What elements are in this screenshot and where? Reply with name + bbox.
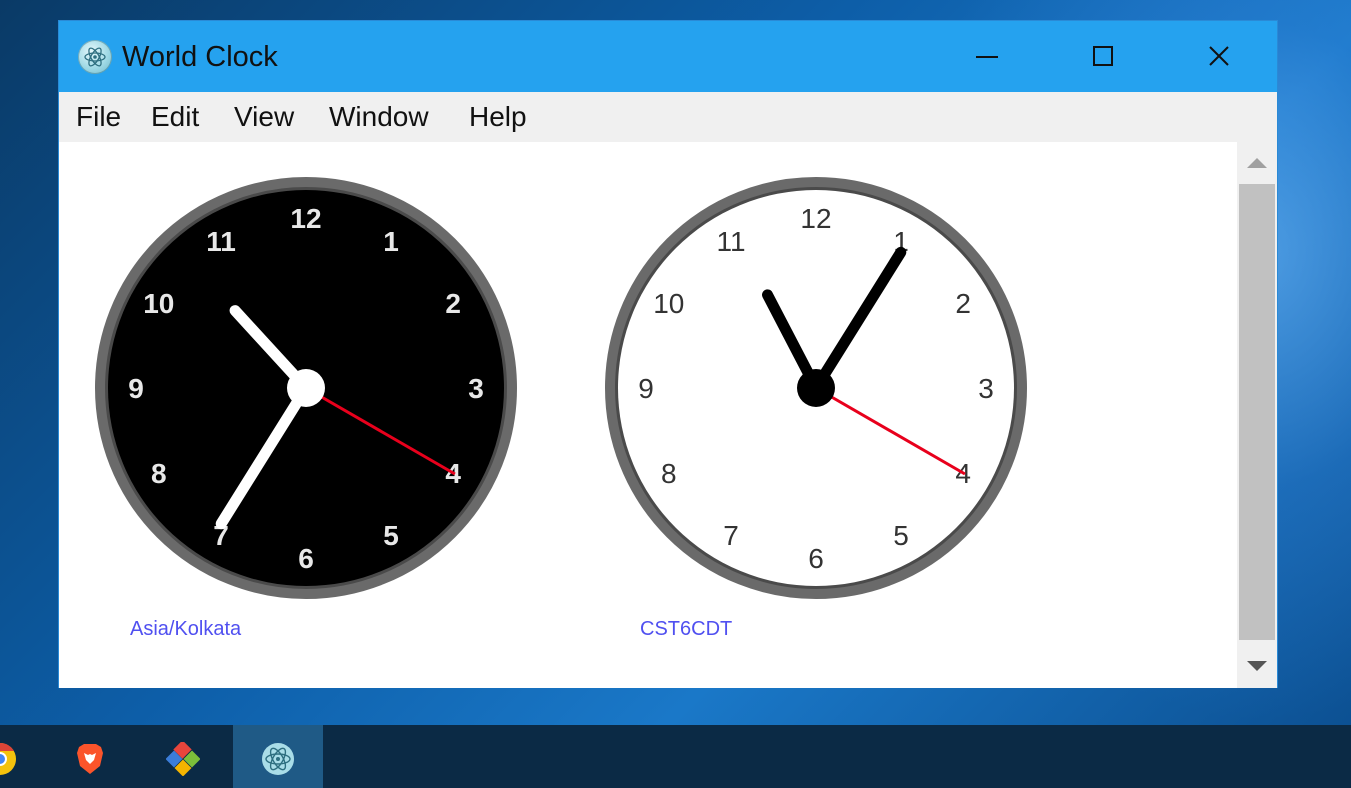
clock-numeral-9: 9 <box>128 373 144 404</box>
clock-numeral-12: 12 <box>800 203 831 234</box>
menu-help[interactable]: Help <box>469 101 527 133</box>
clock-numeral-10: 10 <box>143 288 174 319</box>
clock-numeral-5: 5 <box>893 520 909 551</box>
timezone-label-cst6cdt[interactable]: CST6CDT <box>640 618 732 641</box>
clock-panel: 121234567891011 Asia/Kolkata 12123456789… <box>59 142 1237 688</box>
minimize-icon <box>976 56 998 58</box>
electron-atom-icon <box>78 40 112 74</box>
arrow-up-icon <box>1247 158 1267 168</box>
clock-numeral-2: 2 <box>445 288 461 319</box>
taskbar-git-extensions[interactable] <box>138 725 228 788</box>
analog-clock-cst6cdt: 121234567891011 <box>605 177 1027 599</box>
clock-numeral-3: 3 <box>978 373 994 404</box>
clock-center-cap <box>797 369 835 407</box>
menu-bar: File Edit View Window Help <box>59 92 1277 142</box>
close-icon <box>1209 46 1229 66</box>
menu-view[interactable]: View <box>234 101 294 133</box>
timezone-label-asia-kolkata[interactable]: Asia/Kolkata <box>130 618 241 641</box>
maximize-button[interactable] <box>1045 21 1161 92</box>
brave-browser-icon <box>77 744 103 774</box>
clock-numeral-1: 1 <box>383 226 399 257</box>
chrome-icon <box>0 742 16 775</box>
clock-numeral-3: 3 <box>468 373 484 404</box>
clock-numeral-12: 12 <box>290 203 321 234</box>
clock-numeral-11: 11 <box>716 226 745 257</box>
arrow-down-icon <box>1247 661 1267 671</box>
world-clock-window: World Clock File Edit View Window Help 1… <box>58 20 1278 688</box>
taskbar-chrome[interactable] <box>0 725 45 788</box>
clock-center-cap <box>287 369 325 407</box>
clock-numeral-6: 6 <box>298 543 314 574</box>
clock-numeral-10: 10 <box>653 288 684 319</box>
vertical-scrollbar[interactable] <box>1237 142 1277 688</box>
scroll-thumb[interactable] <box>1239 184 1275 640</box>
analog-clock-asia-kolkata: 121234567891011 <box>95 177 517 599</box>
electron-app-icon <box>262 743 294 775</box>
clock-numeral-11: 11 <box>206 226 236 257</box>
taskbar-electron-app[interactable] <box>233 725 323 788</box>
menu-window[interactable]: Window <box>329 101 429 133</box>
clock-numeral-8: 8 <box>661 458 677 489</box>
scroll-down-button[interactable] <box>1237 646 1277 686</box>
clock-numeral-8: 8 <box>151 458 167 489</box>
clock-numeral-9: 9 <box>638 373 654 404</box>
clock-numeral-7: 7 <box>723 520 739 551</box>
git-extensions-icon <box>166 742 200 776</box>
minimize-button[interactable] <box>929 21 1045 92</box>
clock-numeral-5: 5 <box>383 520 399 551</box>
clock-numeral-6: 6 <box>808 543 824 574</box>
taskbar <box>0 725 1351 788</box>
taskbar-brave[interactable] <box>45 725 135 788</box>
scroll-up-button[interactable] <box>1237 142 1277 182</box>
title-bar[interactable]: World Clock <box>59 21 1277 92</box>
window-title: World Clock <box>122 41 278 73</box>
close-button[interactable] <box>1161 21 1277 92</box>
maximize-icon <box>1093 46 1113 66</box>
clock-numeral-2: 2 <box>955 288 971 319</box>
menu-file[interactable]: File <box>76 101 121 133</box>
menu-edit[interactable]: Edit <box>151 101 199 133</box>
